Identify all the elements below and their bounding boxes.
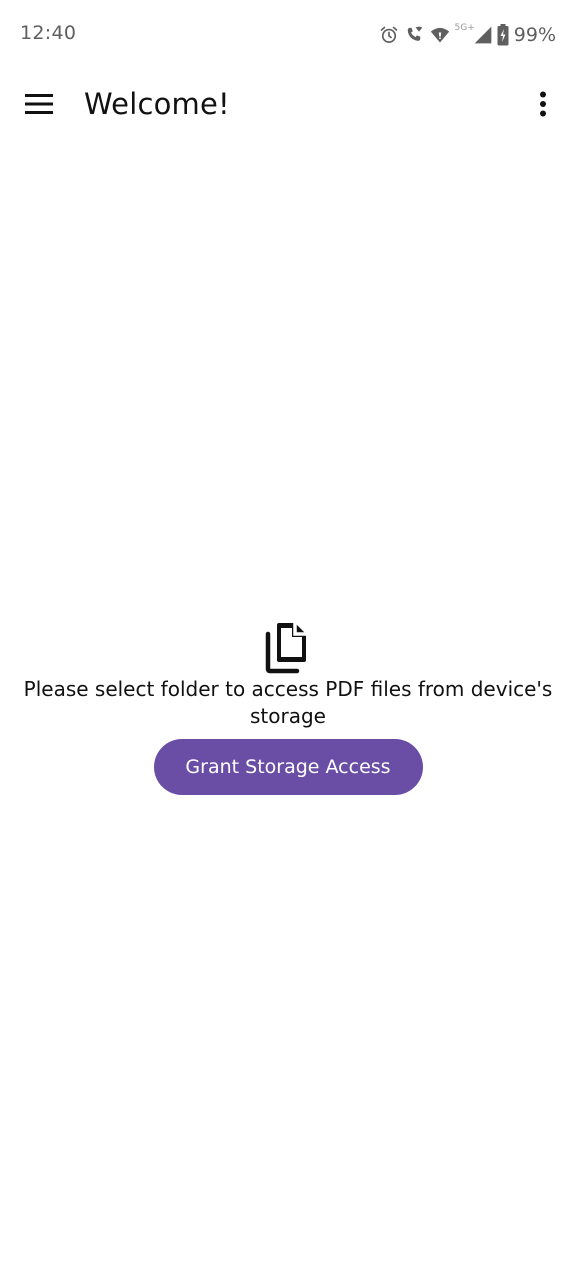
status-bar: 12:40 5G+ 99% — [0, 0, 576, 70]
battery-charging-icon — [497, 24, 509, 46]
app-bar: Welcome! — [0, 70, 576, 144]
navigation-menu-button[interactable] — [14, 81, 64, 131]
wifi-calling-icon — [403, 25, 425, 45]
network-type-label: 5G+ — [454, 23, 475, 33]
wifi-icon — [429, 25, 451, 45]
empty-state: Please select folder to access PDF files… — [0, 620, 576, 795]
cellular-signal-icon — [473, 25, 493, 45]
status-icons: 5G+ 99% — [379, 22, 556, 48]
alarm-icon — [379, 25, 399, 45]
more-vert-icon — [539, 91, 547, 121]
overflow-menu-button[interactable] — [518, 81, 568, 131]
status-time: 12:40 — [20, 22, 77, 44]
grant-storage-access-button[interactable]: Grant Storage Access — [153, 739, 423, 795]
files-icon — [265, 620, 311, 674]
battery-percent: 99% — [513, 24, 556, 46]
hamburger-menu-icon — [25, 93, 53, 119]
storage-access-message: Please select folder to access PDF files… — [23, 677, 553, 728]
page-title: Welcome! — [84, 87, 230, 121]
